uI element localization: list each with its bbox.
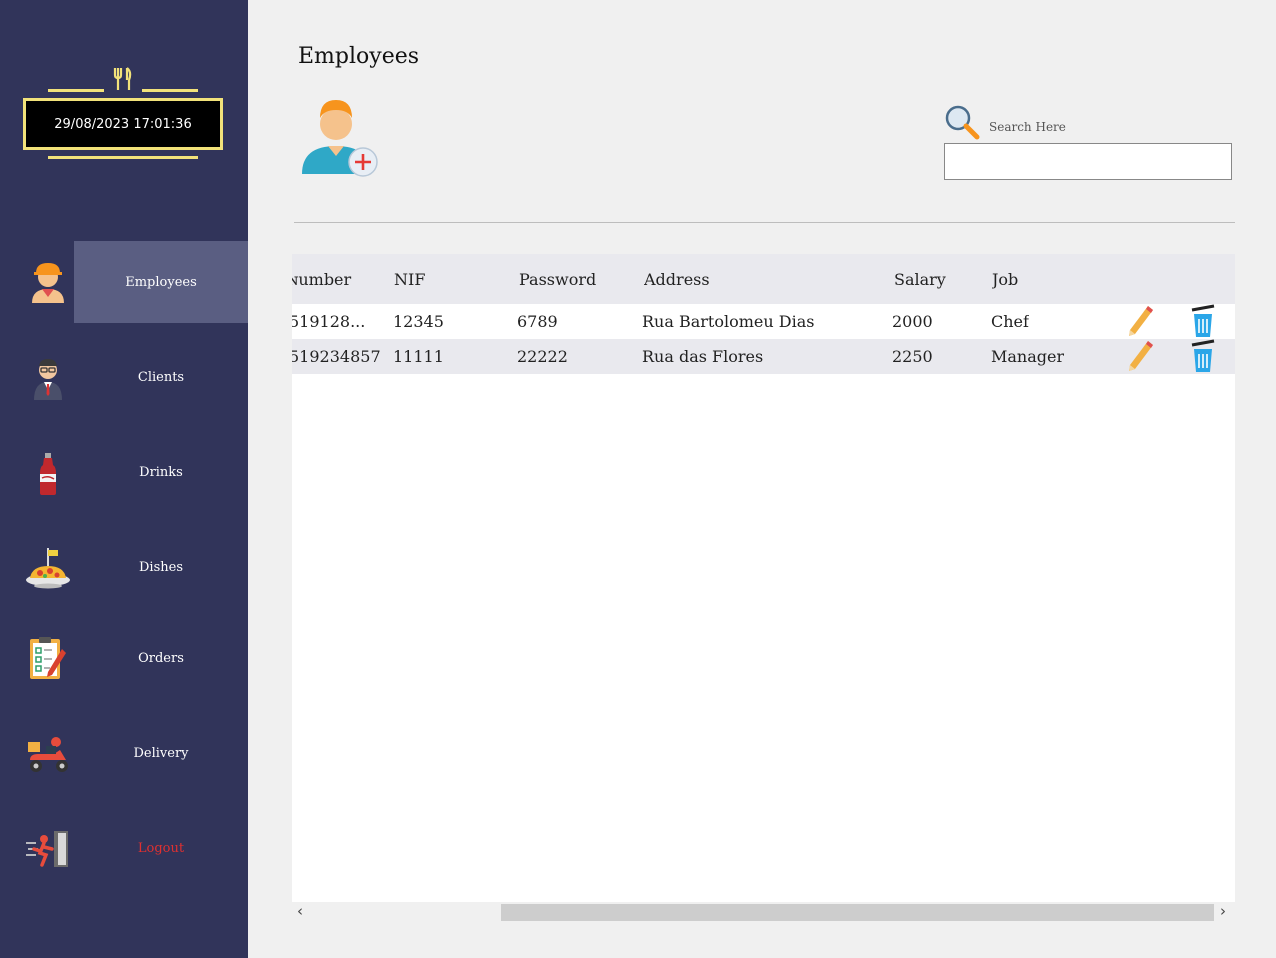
sidebar-item-clients[interactable]: Clients bbox=[0, 336, 248, 418]
search-label: Search Here bbox=[989, 120, 1066, 134]
cell-salary: 2250 bbox=[892, 347, 933, 366]
cell-job: Chef bbox=[991, 312, 1029, 331]
sidebar-item-drinks[interactable]: Drinks bbox=[0, 431, 248, 513]
divider bbox=[294, 222, 1235, 223]
cell-address: Rua das Flores bbox=[642, 347, 764, 366]
sidebar-item-label: Logout bbox=[137, 840, 185, 856]
sidebar-item-dishes[interactable]: Dishes bbox=[0, 526, 248, 608]
sidebar-item-employees[interactable]: Employees bbox=[0, 241, 248, 323]
sidebar-item-label: Delivery bbox=[133, 745, 189, 761]
dish-icon bbox=[26, 548, 70, 589]
logout-door-icon bbox=[26, 831, 68, 867]
cell-job: Manager bbox=[991, 347, 1065, 366]
delete-trash-icon[interactable] bbox=[1188, 304, 1218, 338]
column-header-number[interactable]: ɴumber bbox=[292, 270, 384, 289]
scroll-right-icon[interactable]: › bbox=[1220, 902, 1226, 920]
edit-pencil-icon[interactable] bbox=[1126, 304, 1156, 338]
employees-table: ɴumber NIF Password Address Salary Job 5… bbox=[292, 254, 1235, 902]
sidebar-item-label: Employees bbox=[125, 274, 197, 290]
clipboard-icon bbox=[30, 637, 66, 679]
cell-password: 22222 bbox=[517, 347, 568, 366]
search-icon bbox=[945, 105, 980, 140]
sidebar-item-label: Drinks bbox=[139, 464, 183, 480]
cell-number: 519128... bbox=[292, 312, 366, 331]
sidebar-item-label: Dishes bbox=[139, 559, 183, 575]
cell-nif: 12345 bbox=[393, 312, 444, 331]
column-header-password[interactable]: Password bbox=[519, 270, 596, 289]
sidebar-item-delivery[interactable]: Delivery bbox=[0, 712, 248, 794]
delivery-scooter-icon bbox=[28, 737, 68, 772]
column-header-salary[interactable]: Salary bbox=[894, 270, 946, 289]
datetime-text: 29/08/2023 17:01:36 bbox=[54, 116, 192, 132]
logo-line-right bbox=[142, 89, 198, 92]
table-row[interactable]: 519234857 11111 22222 Rua das Flores 225… bbox=[292, 339, 1235, 374]
client-icon bbox=[34, 359, 62, 400]
table-row[interactable]: 519128... 12345 6789 Rua Bartolomeu Dias… bbox=[292, 304, 1235, 339]
drink-bottle-icon bbox=[40, 453, 56, 495]
fork-knife-icon bbox=[113, 67, 132, 90]
cell-number: 519234857 bbox=[292, 347, 381, 366]
cell-nif: 11111 bbox=[393, 347, 444, 366]
sidebar-item-logout[interactable]: Logout bbox=[0, 807, 248, 889]
sidebar-item-orders[interactable]: Orders bbox=[0, 617, 248, 699]
delete-trash-icon[interactable] bbox=[1188, 339, 1218, 373]
search-input[interactable] bbox=[944, 143, 1232, 180]
scroll-left-icon[interactable]: ‹ bbox=[297, 902, 303, 920]
scrollbar-thumb[interactable] bbox=[501, 904, 1214, 921]
column-header-address[interactable]: Address bbox=[644, 270, 710, 289]
sidebar-item-label: Orders bbox=[138, 650, 184, 666]
logo-line-left bbox=[48, 89, 104, 92]
edit-pencil-icon[interactable] bbox=[1126, 339, 1156, 373]
add-employee-icon[interactable] bbox=[298, 94, 382, 178]
column-header-nif[interactable]: NIF bbox=[394, 270, 425, 289]
column-header-job[interactable]: Job bbox=[992, 270, 1018, 289]
employee-icon bbox=[32, 263, 64, 303]
sidebar-item-label: Clients bbox=[137, 369, 185, 385]
cell-password: 6789 bbox=[517, 312, 558, 331]
cell-address: Rua Bartolomeu Dias bbox=[642, 312, 815, 331]
horizontal-scrollbar[interactable]: ‹ › bbox=[292, 902, 1235, 922]
cell-salary: 2000 bbox=[892, 312, 933, 331]
logo-line-bottom bbox=[48, 156, 198, 159]
datetime-display: 29/08/2023 17:01:36 bbox=[23, 98, 223, 150]
table-header: ɴumber NIF Password Address Salary Job bbox=[292, 254, 1235, 304]
page-title: Employees bbox=[298, 44, 420, 69]
sidebar: 29/08/2023 17:01:36 Employees Clients Dr… bbox=[0, 0, 248, 958]
